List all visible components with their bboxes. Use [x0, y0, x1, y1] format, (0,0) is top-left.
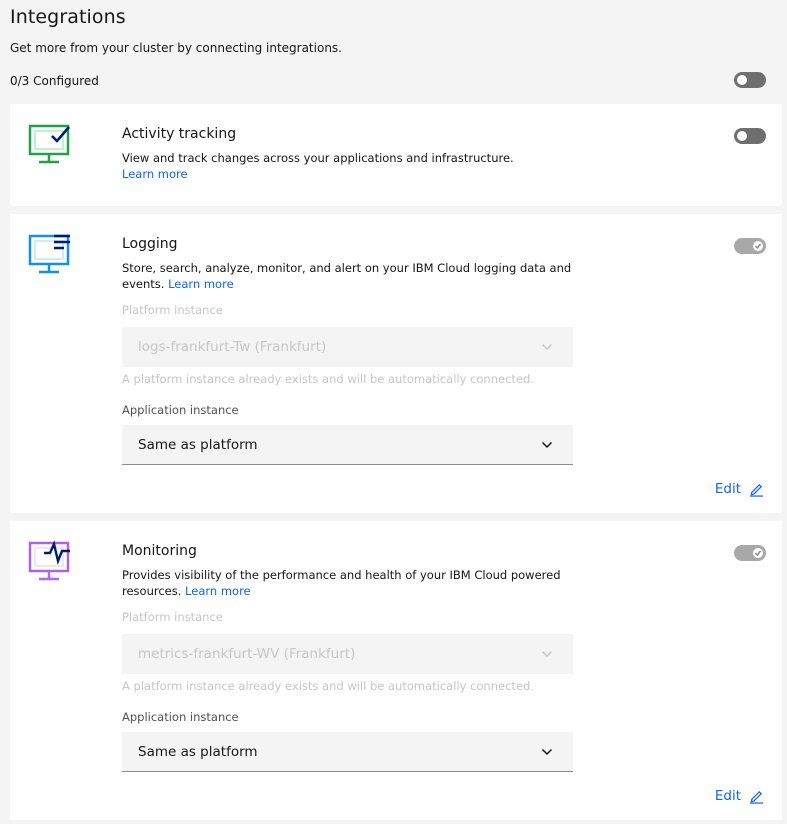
card-activity-tracking: Activity tracking View and track changes…: [10, 104, 782, 206]
platform-instance-label: Platform instance: [122, 303, 223, 317]
application-instance-value: Same as platform: [138, 437, 258, 453]
application-instance-value: Same as platform: [138, 744, 258, 760]
chevron-down-icon: [542, 651, 552, 657]
card-monitoring: Monitoring Provides visibility of the pe…: [10, 521, 782, 820]
monitoring-toggle[interactable]: [734, 545, 766, 561]
edit-button[interactable]: Edit: [715, 788, 764, 804]
learn-more-link[interactable]: Learn more: [168, 277, 234, 291]
card-title: Logging: [122, 236, 178, 252]
platform-instance-select: metrics-frankfurt-WV (Frankfurt): [122, 634, 573, 674]
edit-icon: [749, 790, 764, 804]
platform-instance-label: Platform instance: [122, 610, 223, 624]
chevron-down-icon: [542, 344, 552, 350]
page-subtitle: Get more from your cluster by connecting…: [10, 41, 342, 55]
application-instance-label: Application instance: [122, 403, 239, 417]
application-instance-select[interactable]: Same as platform: [122, 425, 573, 465]
card-description: Provides visibility of the performance a…: [122, 567, 582, 599]
helper-text: A platform instance already exists and w…: [122, 679, 534, 693]
platform-instance-select: logs-frankfurt-Tw (Frankfurt): [122, 327, 573, 367]
checkmark-icon: [754, 243, 762, 250]
toggle-knob: [737, 131, 747, 141]
logging-toggle[interactable]: [734, 238, 766, 254]
chevron-down-icon: [541, 748, 553, 756]
toggle-knob: [753, 241, 763, 251]
card-description: Store, search, analyze, monitor, and ale…: [122, 260, 582, 292]
configured-count: 0/3 Configured: [10, 74, 99, 88]
toggle-knob: [737, 75, 747, 85]
learn-more-link[interactable]: Learn more: [185, 584, 251, 598]
card-title: Activity tracking: [122, 126, 237, 142]
edit-label: Edit: [714, 481, 741, 497]
application-instance-label: Application instance: [122, 710, 239, 724]
edit-label: Edit: [714, 788, 741, 804]
application-instance-select[interactable]: Same as platform: [122, 732, 573, 772]
monitor-logs-icon: [26, 232, 74, 282]
card-description: View and track changes across your appli…: [122, 150, 582, 182]
card-title: Monitoring: [122, 543, 197, 559]
edit-icon: [749, 483, 764, 497]
platform-instance-value: metrics-frankfurt-WV (Frankfurt): [138, 646, 356, 662]
platform-instance-value: logs-frankfurt-Tw (Frankfurt): [138, 339, 327, 355]
master-toggle[interactable]: [734, 72, 766, 88]
card-logging: Logging Store, search, analyze, monitor,…: [10, 214, 782, 513]
toggle-knob: [753, 548, 763, 558]
edit-button[interactable]: Edit: [715, 481, 764, 497]
checkmark-icon: [754, 550, 762, 557]
chevron-down-icon: [541, 441, 553, 449]
learn-more-link[interactable]: Learn more: [122, 167, 188, 181]
monitor-pulse-icon: [26, 539, 74, 589]
page-title: Integrations: [10, 6, 126, 28]
monitor-check-icon: [26, 122, 74, 172]
description-text: View and track changes across your appli…: [122, 151, 514, 165]
helper-text: A platform instance already exists and w…: [122, 372, 534, 386]
activity-tracking-toggle[interactable]: [734, 128, 766, 144]
